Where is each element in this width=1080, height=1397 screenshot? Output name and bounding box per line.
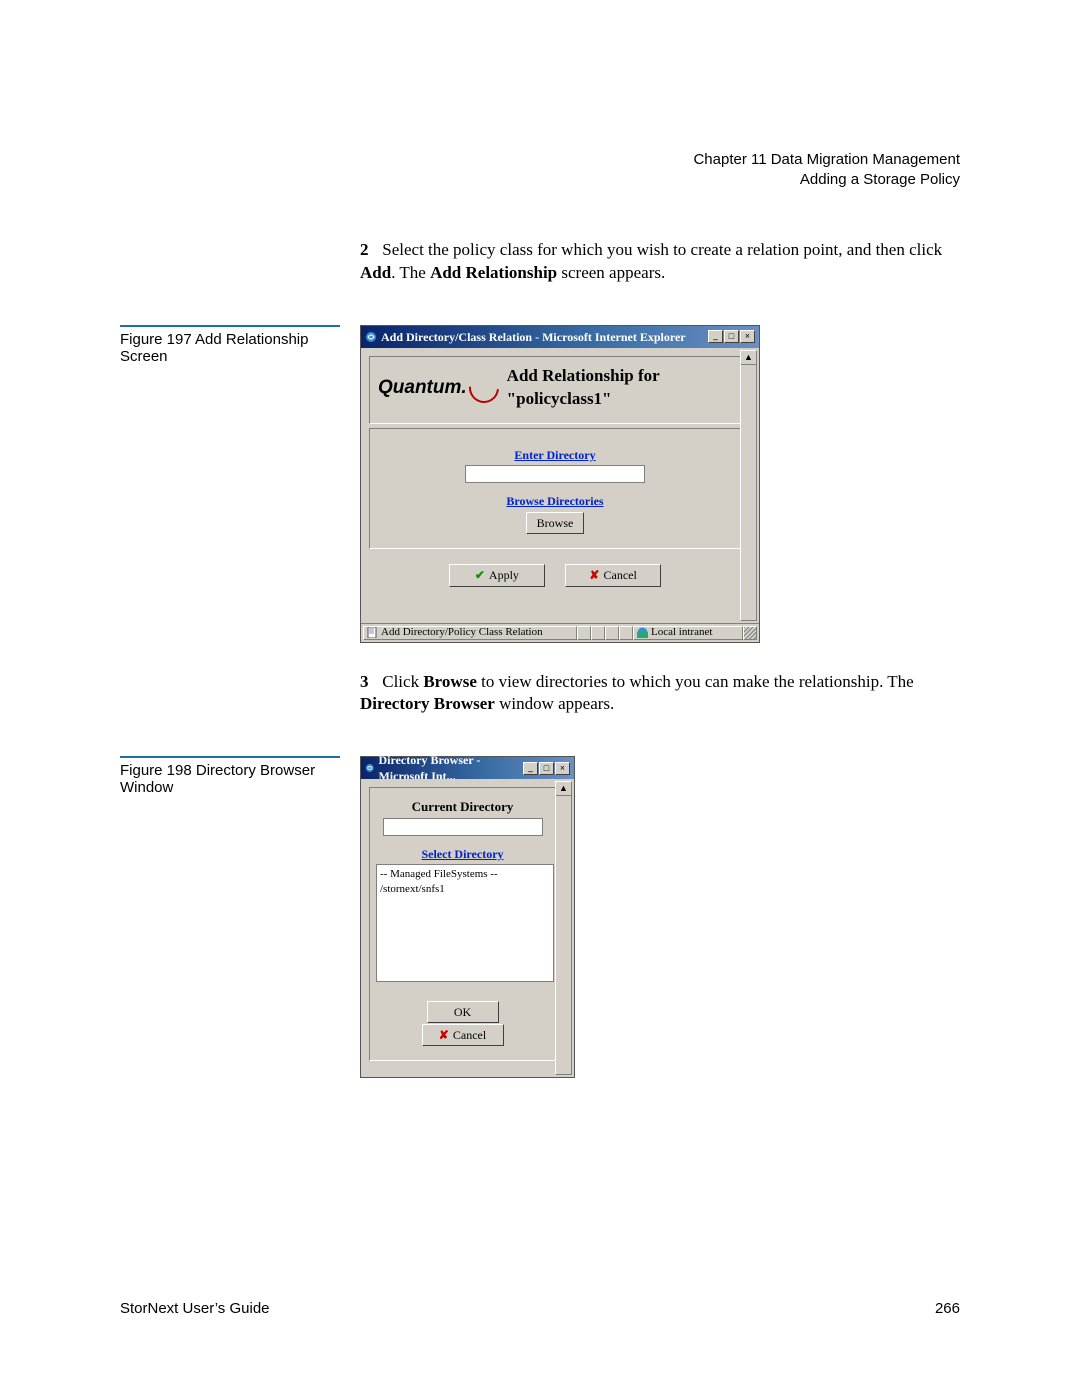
x-icon: ✘: [589, 567, 599, 583]
resize-grip-icon[interactable]: [743, 626, 757, 640]
minimize-button[interactable]: _: [523, 762, 538, 775]
window-titlebar[interactable]: Add Directory/Class Relation - Microsoft…: [361, 326, 759, 348]
scrollbar[interactable]: ▲: [555, 781, 572, 1075]
status-bar: Add Directory/Policy Class Relation Loca…: [361, 623, 759, 642]
maximize-button[interactable]: □: [539, 762, 554, 775]
maximize-button[interactable]: □: [724, 330, 739, 343]
browse-button[interactable]: Browse: [526, 512, 585, 534]
quantum-swoosh-icon: [463, 367, 505, 409]
directory-listbox[interactable]: -- Managed FileSystems -- /stornext/snfs…: [376, 864, 554, 982]
step-3-text: 3 Click Browse to view directories to wh…: [360, 671, 960, 717]
add-relationship-window: Add Directory/Class Relation - Microsoft…: [360, 325, 760, 643]
enter-directory-input[interactable]: [465, 465, 645, 483]
cancel-button[interactable]: ✘ Cancel: [565, 564, 661, 586]
apply-button[interactable]: ✔ Apply: [449, 564, 545, 586]
scrollbar[interactable]: ▲: [740, 350, 757, 621]
section-line: Adding a Storage Policy: [120, 170, 960, 190]
chapter-line: Chapter 11 Data Migration Management: [120, 150, 960, 170]
check-icon: ✔: [475, 567, 485, 583]
ie-icon: [365, 331, 377, 343]
figure-197-rule: [120, 325, 340, 327]
page-icon: [367, 627, 378, 638]
current-directory-input[interactable]: [383, 818, 543, 836]
step-3-number: 3: [360, 671, 378, 694]
figure-198-caption: Figure 198 Directory Browser Window: [120, 762, 340, 796]
ie-icon: [365, 762, 374, 774]
intranet-icon: [637, 627, 648, 638]
step-2-text: 2 Select the policy class for which you …: [360, 239, 960, 285]
directory-browser-window: Directory Browser - Microsoft Int... _ □…: [360, 756, 575, 1078]
dialog-main-panel: Quantum. Add Relationship for "policycla…: [369, 356, 741, 424]
list-item[interactable]: -- Managed FileSystems --: [380, 867, 550, 882]
close-button[interactable]: ×: [555, 762, 570, 775]
select-directory-label: Select Directory: [376, 846, 549, 862]
page-header: Chapter 11 Data Migration Management Add…: [120, 150, 960, 189]
close-button[interactable]: ×: [740, 330, 755, 343]
page-footer: StorNext User’s Guide 266: [120, 1300, 960, 1317]
quantum-logo: Quantum.: [378, 375, 467, 401]
enter-directory-label: Enter Directory: [378, 447, 732, 463]
cancel-button[interactable]: ✘ Cancel: [422, 1024, 504, 1046]
figure-198-rule: [120, 756, 340, 758]
figure-197-caption: Figure 197 Add Relationship Screen: [120, 331, 340, 365]
ok-button[interactable]: OK: [427, 1001, 499, 1023]
window-title-text: Add Directory/Class Relation - Microsoft…: [381, 329, 686, 345]
page-number: 266: [935, 1300, 960, 1317]
window-titlebar[interactable]: Directory Browser - Microsoft Int... _ □…: [361, 757, 574, 779]
step-2-number: 2: [360, 239, 378, 262]
minimize-button[interactable]: _: [708, 330, 723, 343]
x-icon: ✘: [439, 1027, 449, 1043]
current-directory-label: Current Directory: [376, 798, 549, 816]
browse-directories-label: Browse Directories: [378, 493, 732, 509]
footer-title: StorNext User’s Guide: [120, 1300, 270, 1317]
list-item[interactable]: /stornext/snfs1: [380, 882, 550, 897]
add-relationship-heading: Add Relationship for "policyclass1": [507, 365, 732, 411]
